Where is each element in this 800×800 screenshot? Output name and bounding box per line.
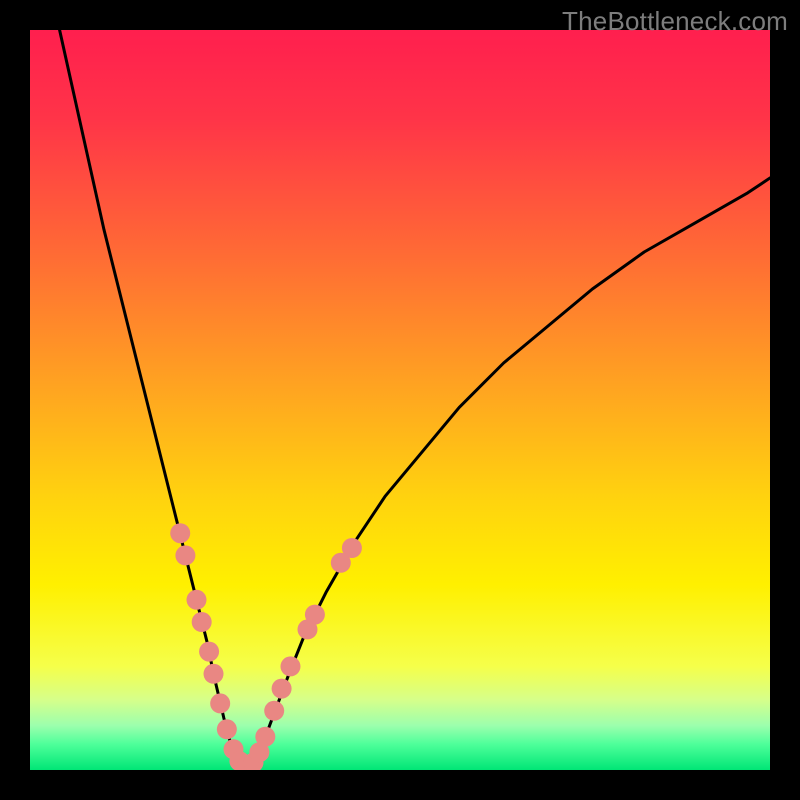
data-marker [255,727,275,747]
marker-group [170,523,362,770]
data-marker [210,693,230,713]
data-marker [264,701,284,721]
data-marker [342,538,362,558]
data-marker [272,679,292,699]
chart-frame: TheBottleneck.com [0,0,800,800]
bottleneck-curve [60,30,770,768]
data-marker [175,545,195,565]
watermark-text: TheBottleneck.com [562,6,788,37]
data-marker [187,590,207,610]
plot-area [30,30,770,770]
curve-layer [30,30,770,770]
data-marker [204,664,224,684]
data-marker [280,656,300,676]
data-marker [192,612,212,632]
data-marker [199,642,219,662]
data-marker [217,719,237,739]
data-marker [305,605,325,625]
data-marker [170,523,190,543]
